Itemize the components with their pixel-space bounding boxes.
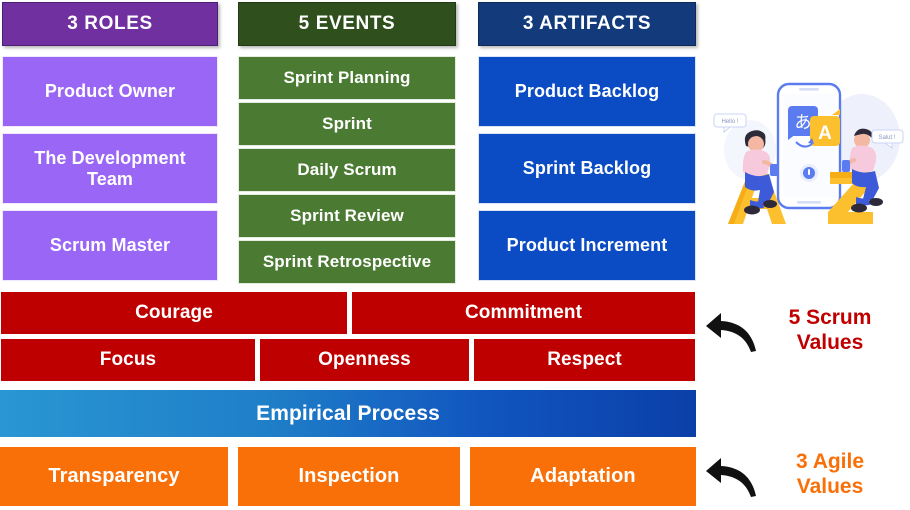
scrum-value-focus: Focus: [0, 338, 256, 382]
annotation-scrum-values-line1: 5 Scrum: [788, 306, 872, 329]
column-header-roles: 3 ROLES: [2, 2, 218, 46]
artifact-item-product-increment: Product Increment: [478, 210, 696, 281]
agile-value-inspection: Inspection: [238, 447, 460, 506]
scrum-value-courage: Courage: [0, 291, 348, 335]
column-header-artifacts: 3 ARTIFACTS: [478, 2, 696, 46]
event-item-sprint-planning: Sprint Planning: [238, 56, 456, 100]
curved-arrow-left-icon: [704, 310, 760, 354]
artifact-item-product-backlog: Product Backlog: [478, 56, 696, 127]
empirical-process-bar: Empirical Process: [0, 390, 696, 437]
svg-text:A: A: [818, 123, 832, 144]
scrum-value-openness: Openness: [259, 338, 470, 382]
agile-value-transparency: Transparency: [0, 447, 228, 506]
svg-text:Salut !: Salut !: [878, 135, 895, 141]
artifact-item-sprint-backlog: Sprint Backlog: [478, 133, 696, 204]
role-item-scrum-master: Scrum Master: [2, 210, 218, 281]
scrum-value-respect: Respect: [473, 338, 696, 382]
role-item-development-team: The Development Team: [2, 133, 218, 204]
svg-text:あ: あ: [795, 113, 812, 133]
event-item-sprint-review: Sprint Review: [238, 194, 456, 238]
scrum-value-commitment: Commitment: [351, 291, 696, 335]
language-translation-illustration: あ A Hello ! Salut !: [712, 78, 904, 228]
svg-text:Hello !: Hello !: [721, 119, 738, 125]
event-item-sprint-retrospective: Sprint Retrospective: [238, 240, 456, 284]
agile-value-adaptation: Adaptation: [470, 447, 696, 506]
annotation-agile-values: 3 Agile Values: [756, 450, 904, 500]
annotation-agile-values-line1: 3 Agile: [795, 450, 865, 473]
annotation-scrum-values: 5 Scrum Values: [756, 306, 904, 356]
role-item-product-owner: Product Owner: [2, 56, 218, 127]
curved-arrow-left-icon: [704, 455, 760, 499]
column-header-events: 5 EVENTS: [238, 2, 456, 46]
event-item-sprint: Sprint: [238, 102, 456, 146]
annotation-agile-values-line2: Values: [796, 474, 864, 498]
scrum-framework-diagram: 3 ROLES Product Owner The Development Te…: [0, 0, 910, 510]
annotation-scrum-values-line2: Values: [796, 330, 864, 354]
event-item-daily-scrum: Daily Scrum: [238, 148, 456, 192]
